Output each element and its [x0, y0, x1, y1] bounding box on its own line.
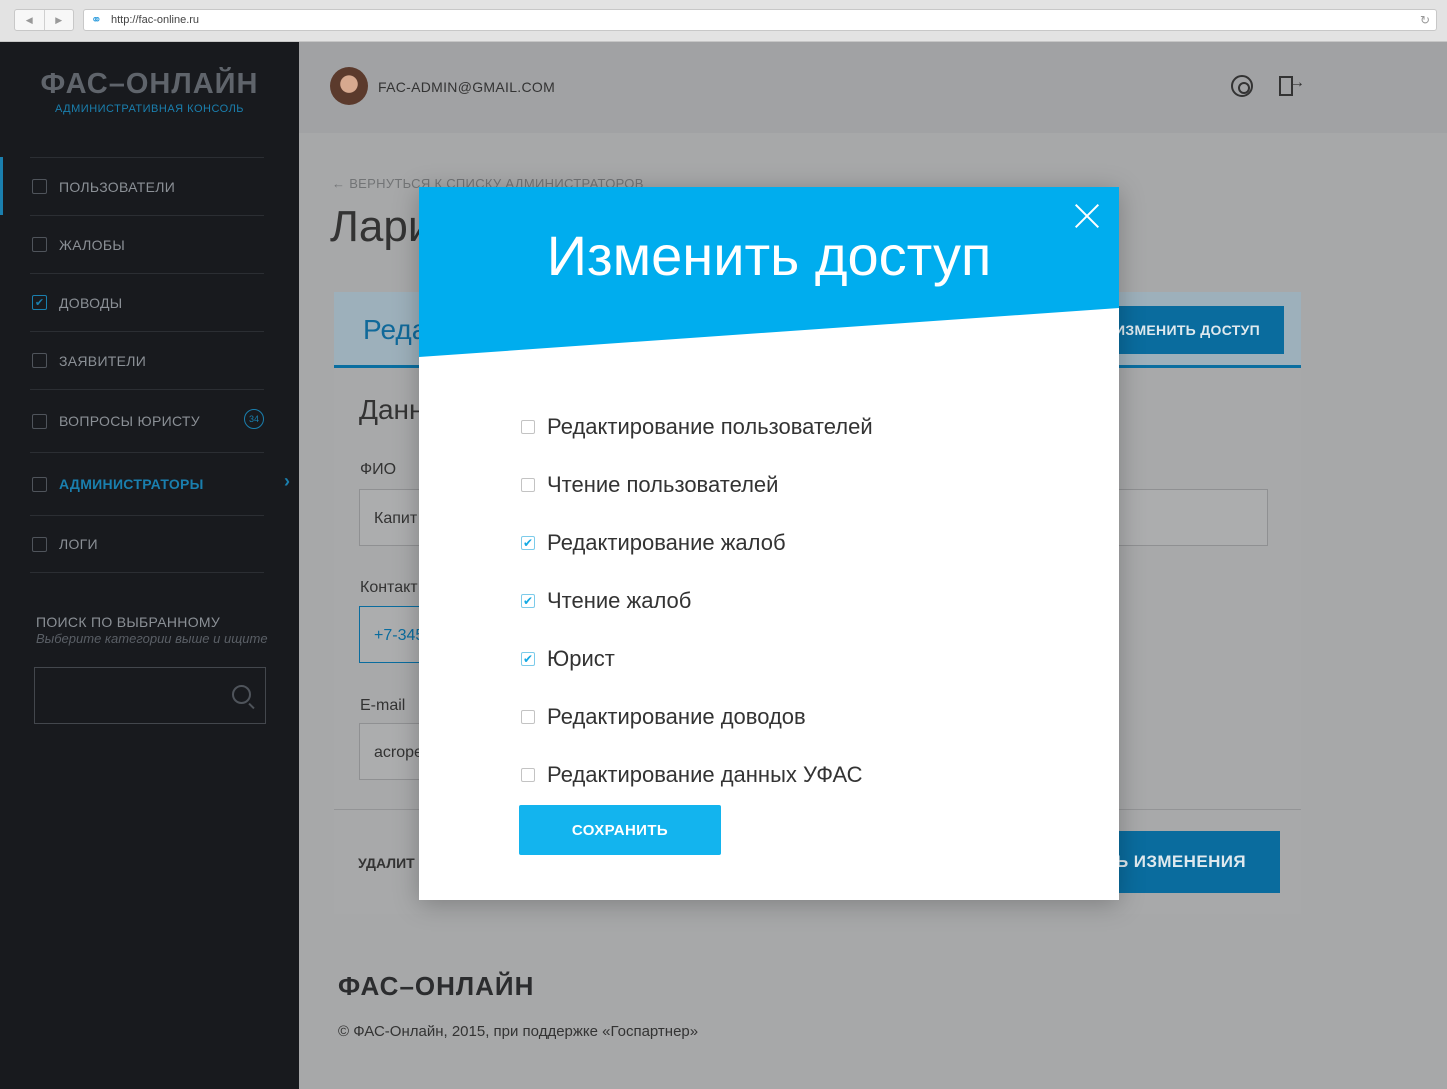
fio-label: ФИО: [360, 461, 397, 478]
modal-header: Изменить доступ: [419, 187, 1119, 357]
count-badge: 34: [244, 409, 264, 429]
sidebar-item-arguments[interactable]: ✔ ДОВОДЫ: [30, 273, 264, 331]
logo-subtitle: АДМИНИСТРАТИВНАЯ КОНСОЛЬ: [54, 103, 245, 115]
permission-item[interactable]: ✔ Редактирование жалоб: [521, 514, 1021, 572]
permission-item[interactable]: Чтение пользователей: [521, 456, 1021, 514]
checkbox[interactable]: [521, 710, 535, 724]
page-title: Лари: [330, 202, 433, 251]
browser-nav: ◀ ▶: [14, 9, 74, 31]
checkbox[interactable]: [521, 478, 535, 492]
permission-item[interactable]: ✔ Юрист: [521, 630, 1021, 688]
permission-item[interactable]: Редактирование данных УФАС: [521, 746, 1021, 804]
top-bar: FAC-ADMIN@GMAIL.COM: [299, 42, 1447, 133]
user-email: FAC-ADMIN@GMAIL.COM: [378, 79, 556, 95]
logo[interactable]: ФАС–ОНЛАЙН АДМИНИСТРАТИВНАЯ КОНСОЛЬ: [0, 68, 299, 115]
permission-label: Редактирование доводов: [547, 704, 806, 729]
permission-label: Редактирование данных УФАС: [547, 762, 863, 787]
sidebar-menu: ПОЛЬЗОВАТЕЛИ ЖАЛОБЫ ✔ ДОВОДЫ ЗАЯВИТЕЛИ В…: [30, 157, 290, 573]
permission-label: Чтение пользователей: [547, 472, 779, 497]
permission-label: Юрист: [547, 646, 615, 671]
checkbox[interactable]: [32, 179, 47, 194]
checkbox[interactable]: [32, 413, 47, 429]
footer-copyright: © ФАС-Онлайн, 2015, при поддержке «Госпа…: [338, 1023, 699, 1040]
permission-item[interactable]: Редактирование доводов: [521, 688, 1021, 746]
sidebar-item-users[interactable]: ПОЛЬЗОВАТЕЛИ: [30, 157, 264, 215]
checkbox-checked[interactable]: ✔: [521, 652, 535, 666]
search-hint: Выберите категории выше и ищите: [36, 631, 268, 646]
link-icon: ⚭: [91, 12, 102, 27]
permission-label: Редактирование жалоб: [547, 530, 786, 555]
section-title: Данн: [359, 394, 425, 425]
sidebar-item-applicants[interactable]: ЗАЯВИТЕЛИ: [30, 331, 264, 389]
checkbox[interactable]: [521, 420, 535, 434]
sidebar-item-label: ЖАЛОБЫ: [59, 236, 126, 253]
sidebar-item-label: ПОЛЬЗОВАТЕЛИ: [59, 178, 176, 195]
checkbox[interactable]: [32, 476, 47, 492]
sidebar-item-label: АДМИНИСТРАТОРЫ: [59, 476, 204, 492]
sidebar-item-logs[interactable]: ЛОГИ: [30, 515, 264, 573]
reload-icon[interactable]: ↻: [1420, 13, 1430, 27]
search-title: ПОИСК ПО ВЫБРАННОМУ: [36, 614, 221, 630]
card-title: Реда: [363, 314, 428, 345]
sidebar: ФАС–ОНЛАЙН АДМИНИСТРАТИВНАЯ КОНСОЛЬ ПОЛЬ…: [0, 42, 299, 1089]
delete-link[interactable]: УДАЛИТ: [358, 855, 415, 871]
active-indicator: [0, 157, 3, 215]
address-bar[interactable]: ⚭ http://fac-online.ru ↻: [83, 9, 1437, 31]
checkbox-checked[interactable]: ✔: [521, 594, 535, 608]
checkbox[interactable]: [32, 536, 47, 552]
sidebar-item-label: ДОВОДЫ: [59, 294, 123, 311]
change-access-button[interactable]: ИЗМЕНИТЬ ДОСТУП: [1091, 306, 1284, 354]
gear-icon[interactable]: [1231, 75, 1253, 97]
permission-list: Редактирование пользователей Чтение поль…: [521, 398, 1021, 804]
change-access-modal: Изменить доступ Редактирование пользоват…: [419, 187, 1119, 900]
email-label: E-mail: [360, 697, 406, 714]
forward-arrow-icon[interactable]: ▶: [43, 10, 74, 30]
avatar[interactable]: [330, 67, 368, 105]
permission-label: Редактирование пользователей: [547, 414, 873, 439]
sidebar-item-label: ЗАЯВИТЕЛИ: [59, 352, 147, 369]
contact-label: Контакт: [360, 579, 418, 596]
logo-text: ФАС–ОНЛАЙН: [40, 68, 259, 100]
sidebar-item-label: ВОПРОСЫ ЮРИСТУ: [59, 413, 200, 429]
search-icon[interactable]: [232, 685, 251, 704]
chevron-right-icon: ›: [284, 471, 290, 491]
permission-label: Чтение жалоб: [547, 588, 692, 613]
search-input[interactable]: [34, 667, 266, 724]
browser-chrome: ◀ ▶ ⚭ http://fac-online.ru ↻: [0, 0, 1447, 42]
close-icon[interactable]: [1073, 202, 1101, 230]
back-arrow-icon[interactable]: ◀: [15, 10, 44, 30]
sidebar-item-label: ЛОГИ: [59, 536, 98, 552]
checkbox-checked[interactable]: ✔: [521, 536, 535, 550]
url-text[interactable]: http://fac-online.ru: [111, 14, 199, 26]
save-button[interactable]: СОХРАНИТЬ: [519, 805, 721, 855]
sidebar-item-complaints[interactable]: ЖАЛОБЫ: [30, 215, 264, 273]
checkbox[interactable]: [521, 768, 535, 782]
modal-title: Изменить доступ: [546, 224, 992, 287]
checkbox-checked[interactable]: ✔: [32, 295, 47, 310]
footer-logo: ФАС–ОНЛАЙН: [338, 971, 535, 1001]
sidebar-item-administrators[interactable]: АДМИНИСТРАТОРЫ ›: [30, 452, 290, 515]
sidebar-item-lawyer-questions[interactable]: ВОПРОСЫ ЮРИСТУ 34: [30, 389, 264, 452]
permission-item[interactable]: Редактирование пользователей: [521, 398, 1021, 456]
permission-item[interactable]: ✔ Чтение жалоб: [521, 572, 1021, 630]
logout-icon[interactable]: [1279, 74, 1305, 96]
checkbox[interactable]: [32, 353, 47, 368]
checkbox[interactable]: [32, 237, 47, 252]
